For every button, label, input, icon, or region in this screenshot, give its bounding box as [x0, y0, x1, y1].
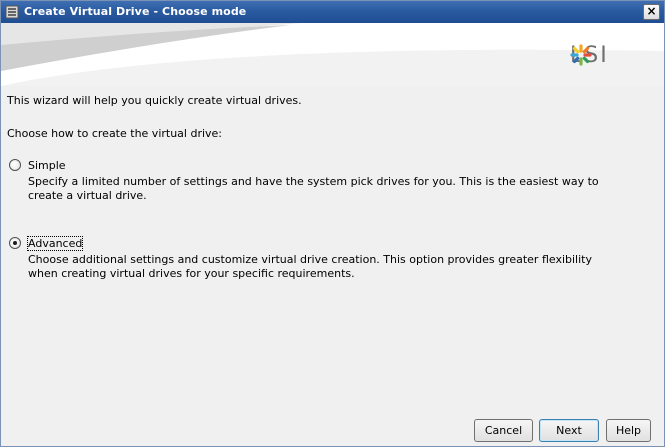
header-banner: LSI — [1, 23, 664, 86]
app-icon — [5, 5, 19, 19]
lsi-logo: LSI — [570, 44, 640, 68]
next-button[interactable]: Next — [539, 419, 599, 442]
advanced-radio[interactable] — [9, 237, 21, 249]
simple-label[interactable]: Simple — [28, 159, 66, 172]
title-bar[interactable]: Create Virtual Drive - Choose mode × — [1, 1, 664, 23]
lsi-star-icon — [570, 44, 592, 66]
wizard-window: Create Virtual Drive - Choose mode × LSI — [0, 0, 665, 447]
help-button[interactable]: Help — [606, 419, 651, 442]
window-title: Create Virtual Drive - Choose mode — [24, 5, 247, 18]
banner-swoosh — [1, 23, 664, 86]
advanced-label[interactable]: Advanced — [26, 236, 84, 251]
close-button[interactable]: × — [643, 4, 660, 20]
choose-prompt: Choose how to create the virtual drive: — [7, 127, 223, 140]
cancel-button[interactable]: Cancel — [474, 419, 533, 442]
simple-radio[interactable] — [9, 159, 21, 171]
intro-text: This wizard will help you quickly create… — [7, 94, 302, 107]
simple-description: Specify a limited number of settings and… — [28, 175, 599, 202]
advanced-description: Choose additional settings and customize… — [28, 253, 592, 280]
close-icon: × — [646, 4, 657, 18]
wizard-content: This wizard will help you quickly create… — [1, 86, 664, 446]
